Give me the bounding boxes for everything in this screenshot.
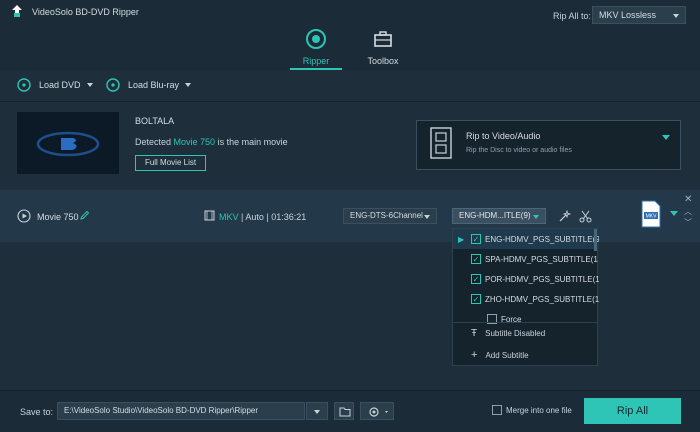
movie-title: Movie 750 xyxy=(37,212,79,222)
settings-button[interactable] xyxy=(360,402,394,420)
bluray-logo-icon xyxy=(36,131,100,157)
subtitle-option[interactable]: ✓ SPA-HDMV_PGS_SUBTITLE(1 xyxy=(453,249,599,269)
gear-icon xyxy=(369,407,388,417)
rip-all-format-select[interactable]: MKV Lossless xyxy=(592,6,686,24)
tab-toolbox[interactable]: Toolbox xyxy=(353,28,413,66)
detect-movie-name: Movie 750 xyxy=(173,137,216,147)
app-logo-icon xyxy=(12,5,22,17)
checkbox-checked-icon[interactable]: ✓ xyxy=(471,254,481,264)
subtitle-track-value: ENG-HDM...ITLE(9) xyxy=(459,211,531,220)
rip-all-button[interactable]: Rip All xyxy=(584,398,681,424)
edit-icon[interactable] xyxy=(79,210,90,221)
subtitle-option[interactable]: ✓ ZHO-HDMV_PGS_SUBTITLE(1 xyxy=(453,289,599,309)
movie-format: MKV xyxy=(219,212,239,222)
subtitle-disabled-option[interactable]: Ŧ Subtitle Disabled xyxy=(471,328,545,339)
toolbox-icon xyxy=(374,31,392,47)
subtitle-option[interactable]: ✓ POR-HDMV_PGS_SUBTITLE(1 xyxy=(453,269,599,289)
tab-toolbox-label: Toolbox xyxy=(367,56,399,66)
load-dvd-button[interactable]: Load DVD xyxy=(17,78,93,92)
chevron-down-icon xyxy=(424,215,430,219)
subtitle-option[interactable]: ▶ ✓ ENG-HDMV_PGS_SUBTITLE(9 xyxy=(453,229,599,249)
movie-mode: Auto xyxy=(245,212,264,222)
subtitle-disabled-icon: Ŧ xyxy=(471,328,478,339)
app-title: VideoSolo BD-DVD Ripper xyxy=(32,7,139,17)
disc-thumbnail xyxy=(17,112,119,174)
load-bluray-label: Load Blu-ray xyxy=(128,80,180,90)
disc-name: BOLTALA xyxy=(135,116,175,126)
rip-all-to-label: Rip All to: xyxy=(553,11,592,21)
subtitle-track-select[interactable]: ENG-HDM...ITLE(9) xyxy=(452,208,546,224)
rip-to-subtitle: Rip the Disc to video or audio files xyxy=(466,147,572,154)
dropdown-scrollbar[interactable] xyxy=(594,229,597,251)
rip-to-selector[interactable] xyxy=(416,120,681,170)
audio-track-select[interactable]: ENG-DTS-6Channel xyxy=(343,208,437,224)
chevron-down-icon xyxy=(314,410,320,414)
subtitle-disabled-label: Subtitle Disabled xyxy=(485,329,546,338)
plus-icon: + xyxy=(471,349,478,361)
save-to-label: Save to: xyxy=(20,407,54,417)
playing-indicator-icon: ▶ xyxy=(458,234,465,244)
subtitle-option-label: ENG-HDMV_PGS_SUBTITLE(9 xyxy=(485,234,599,244)
chevron-down-icon[interactable] xyxy=(670,211,678,216)
remove-movie-icon[interactable]: ✕ xyxy=(684,194,692,205)
tab-ripper[interactable]: Ripper xyxy=(286,28,346,66)
dropdown-divider xyxy=(452,322,598,323)
output-format-badge-icon[interactable]: MKV xyxy=(640,200,662,228)
chevron-down-icon xyxy=(533,215,539,219)
main-nav xyxy=(0,24,700,70)
force-subtitle-option[interactable]: Force xyxy=(487,309,587,329)
checkbox-checked-icon[interactable]: ✓ xyxy=(471,274,481,284)
folder-icon xyxy=(339,407,351,417)
subtitle-option-label: ZHO-HDMV_PGS_SUBTITLE(1 xyxy=(485,294,599,304)
scissors-icon[interactable] xyxy=(579,210,592,223)
subtitle-dropdown: ▶ ✓ ENG-HDMV_PGS_SUBTITLE(9 ✓ SPA-HDMV_P… xyxy=(452,228,599,366)
rip-all-format-value: MKV Lossless xyxy=(599,10,657,20)
chevron-down-icon xyxy=(86,83,93,87)
play-icon[interactable] xyxy=(17,209,31,223)
rip-to-title: Rip to Video/Audio xyxy=(466,131,541,141)
add-subtitle-label: Add Subtitle xyxy=(485,350,529,360)
move-up-icon[interactable]: ︿ xyxy=(684,206,692,217)
full-movie-list-button[interactable]: Full Movie List xyxy=(135,155,206,171)
load-dvd-label: Load DVD xyxy=(39,80,81,90)
chevron-down-icon xyxy=(673,14,679,18)
movie-meta: MKV | Auto | 01:36:21 xyxy=(219,212,307,222)
toolbar xyxy=(0,70,700,102)
output-format-badge: MKV xyxy=(646,214,658,220)
save-path-dropdown[interactable] xyxy=(306,402,328,420)
open-folder-button[interactable] xyxy=(334,402,354,420)
chevron-down-icon[interactable] xyxy=(662,135,670,140)
subtitle-option-label: SPA-HDMV_PGS_SUBTITLE(1 xyxy=(485,254,598,264)
chevron-down-icon xyxy=(185,83,192,87)
checkbox-checked-icon[interactable]: ✓ xyxy=(471,234,481,244)
dvd-disc-icon xyxy=(17,78,31,92)
subtitle-option-label: POR-HDMV_PGS_SUBTITLE(1 xyxy=(485,274,599,284)
enhance-wand-icon[interactable] xyxy=(558,210,571,223)
tab-ripper-label: Ripper xyxy=(302,56,330,66)
save-path-input[interactable]: E:\VideoSolo Studio\VideoSolo BD-DVD Rip… xyxy=(57,402,305,420)
ripper-icon xyxy=(306,29,326,49)
merge-checkbox[interactable] xyxy=(492,405,502,415)
audio-track-value: ENG-DTS-6Channel xyxy=(350,211,423,220)
movie-duration: 01:36:21 xyxy=(271,212,307,222)
merge-label: Merge into one file xyxy=(506,406,572,415)
load-bluray-button[interactable]: Load Blu-ray xyxy=(106,78,192,92)
add-subtitle-option[interactable]: + Add Subtitle xyxy=(471,349,529,361)
main-movie-notice: Detected Movie 750 is the main movie xyxy=(135,137,288,147)
video-format-icon xyxy=(204,210,215,221)
detect-prefix: Detected xyxy=(135,137,174,147)
film-strip-icon xyxy=(430,127,452,159)
bluray-disc-icon xyxy=(106,78,120,92)
detect-suffix: is the main movie xyxy=(215,137,288,147)
move-down-icon[interactable]: ﹀ xyxy=(684,217,692,228)
checkbox-checked-icon[interactable]: ✓ xyxy=(471,294,481,304)
